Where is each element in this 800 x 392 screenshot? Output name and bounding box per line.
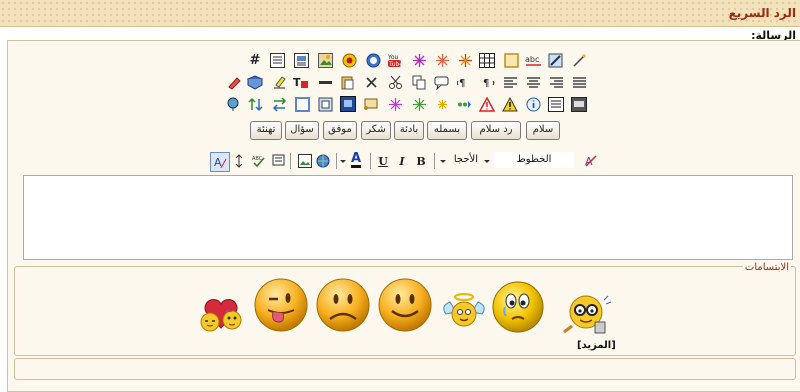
- swap-horiz-icon[interactable]: [270, 95, 288, 113]
- scroll-icon[interactable]: [362, 95, 380, 113]
- options-box: [14, 358, 796, 380]
- bold-button[interactable]: B: [412, 152, 430, 170]
- image-text-icon[interactable]: [292, 51, 310, 69]
- sparkle-yellow-icon[interactable]: [433, 95, 451, 113]
- toolbar-separator: [434, 153, 435, 169]
- quick-button-muwaffaq[interactable]: موفق: [323, 121, 357, 140]
- insert-link-icon[interactable]: [314, 152, 332, 170]
- abc-icon[interactable]: abc: [524, 51, 542, 69]
- justify-icon[interactable]: [570, 73, 588, 91]
- warning-yellow-icon[interactable]: [501, 95, 519, 113]
- info-circle-icon[interactable]: [364, 51, 382, 69]
- scissors-icon[interactable]: [386, 73, 404, 91]
- nerd-smiley-icon[interactable]: [560, 290, 612, 338]
- insert-image-icon[interactable]: [296, 152, 314, 170]
- sparkle-green-icon[interactable]: [410, 95, 428, 113]
- size-dropdown-icon[interactable]: [438, 152, 448, 170]
- more-smilies-link[interactable]: [المزيد]: [577, 340, 616, 351]
- cut-x-icon[interactable]: [362, 73, 380, 91]
- tongue-wink-smiley-icon[interactable]: [253, 277, 309, 333]
- font-dropdown-icon[interactable]: [482, 152, 492, 170]
- spellcheck-icon[interactable]: ABC: [250, 152, 268, 170]
- quick-reply-header: الرد السريع: [0, 0, 800, 27]
- toolbar-separator: [370, 153, 371, 169]
- svg-text:T: T: [293, 76, 301, 89]
- firework-red-icon[interactable]: [433, 51, 451, 69]
- list-icon[interactable]: [547, 95, 565, 113]
- youtube-icon[interactable]: You Tube: [386, 51, 404, 69]
- paste-icon[interactable]: [338, 73, 356, 91]
- quick-button-tahnia[interactable]: تهنئة: [250, 121, 282, 140]
- firework-purple-icon[interactable]: [410, 51, 428, 69]
- svg-text:abc: abc: [525, 55, 539, 64]
- marquee-icon[interactable]: [316, 95, 334, 113]
- speech-icon[interactable]: [432, 73, 450, 91]
- quick-button-rad-salam[interactable]: رد سلام: [471, 121, 521, 140]
- highlight-icon[interactable]: [270, 73, 288, 91]
- table-icon[interactable]: [478, 51, 496, 69]
- sparkle-purple-icon[interactable]: [386, 95, 404, 113]
- toolbar-separator: [336, 153, 337, 169]
- header-title: الرد السريع: [728, 6, 796, 20]
- film-icon[interactable]: [339, 95, 357, 113]
- rect-icon[interactable]: [293, 95, 311, 113]
- worried-smiley-icon[interactable]: [490, 279, 546, 335]
- font-color-icon[interactable]: A: [347, 151, 365, 169]
- copy-icon[interactable]: [410, 73, 428, 91]
- smilies-legend: الابتسامات: [742, 262, 791, 273]
- warning-red-icon[interactable]: [478, 95, 496, 113]
- ltr-icon[interactable]: ¶: [455, 73, 473, 91]
- quick-button-badia[interactable]: بادئة: [394, 121, 424, 140]
- font-select[interactable]: الخطوط: [494, 152, 574, 168]
- firework-mixed-icon[interactable]: [456, 51, 474, 69]
- remove-format-icon[interactable]: A: [582, 152, 600, 170]
- wand-icon[interactable]: [570, 51, 588, 69]
- swap-vert-icon[interactable]: [246, 95, 264, 113]
- map-icon[interactable]: [224, 95, 242, 113]
- info-icon[interactable]: [524, 95, 542, 113]
- message-textarea[interactable]: [23, 175, 793, 260]
- italic-button[interactable]: I: [393, 152, 411, 170]
- quick-button-salam[interactable]: سلام: [526, 121, 560, 140]
- svg-text:You: You: [387, 54, 399, 61]
- align-right-icon[interactable]: [547, 73, 565, 91]
- hash-icon[interactable]: #: [246, 51, 264, 69]
- image-icon[interactable]: [316, 51, 334, 69]
- resize-vertical-icon[interactable]: [230, 152, 248, 170]
- flash-icon[interactable]: [340, 51, 358, 69]
- rtl-icon[interactable]: ¶: [478, 73, 496, 91]
- align-center-icon[interactable]: [524, 73, 542, 91]
- quick-button-shukr[interactable]: شكر: [361, 121, 391, 140]
- svg-text:¶: ¶: [459, 78, 465, 89]
- text-block-icon[interactable]: [268, 51, 286, 69]
- svg-text:A: A: [214, 156, 222, 169]
- angel-smiley-icon[interactable]: [440, 292, 488, 332]
- quick-button-basmala[interactable]: بسمله: [427, 121, 467, 140]
- underline-button[interactable]: U: [374, 152, 392, 170]
- pen-image-icon[interactable]: [546, 51, 564, 69]
- smile-smiley-icon[interactable]: [377, 277, 433, 333]
- text-edit-toggle-icon[interactable]: A: [210, 152, 230, 172]
- quick-button-suaal[interactable]: سؤال: [285, 121, 319, 140]
- align-left-icon[interactable]: [501, 73, 519, 91]
- quote-icon[interactable]: [570, 95, 588, 113]
- eraser-icon[interactable]: [224, 73, 242, 91]
- arrow-dots-icon[interactable]: [455, 95, 473, 113]
- frame-icon[interactable]: [502, 51, 520, 69]
- text-color-icon[interactable]: T: [292, 73, 310, 91]
- toolbar-separator: [290, 153, 291, 169]
- sad-smiley-icon[interactable]: [315, 277, 371, 333]
- svg-text:¶: ¶: [483, 78, 489, 89]
- preview-icon[interactable]: [270, 152, 288, 170]
- book-icon[interactable]: [246, 73, 264, 91]
- svg-text:Tube: Tube: [388, 61, 403, 68]
- size-select[interactable]: الأحجا: [450, 152, 478, 168]
- love-couple-smiley-icon[interactable]: [196, 294, 246, 334]
- hr-icon[interactable]: [316, 73, 334, 91]
